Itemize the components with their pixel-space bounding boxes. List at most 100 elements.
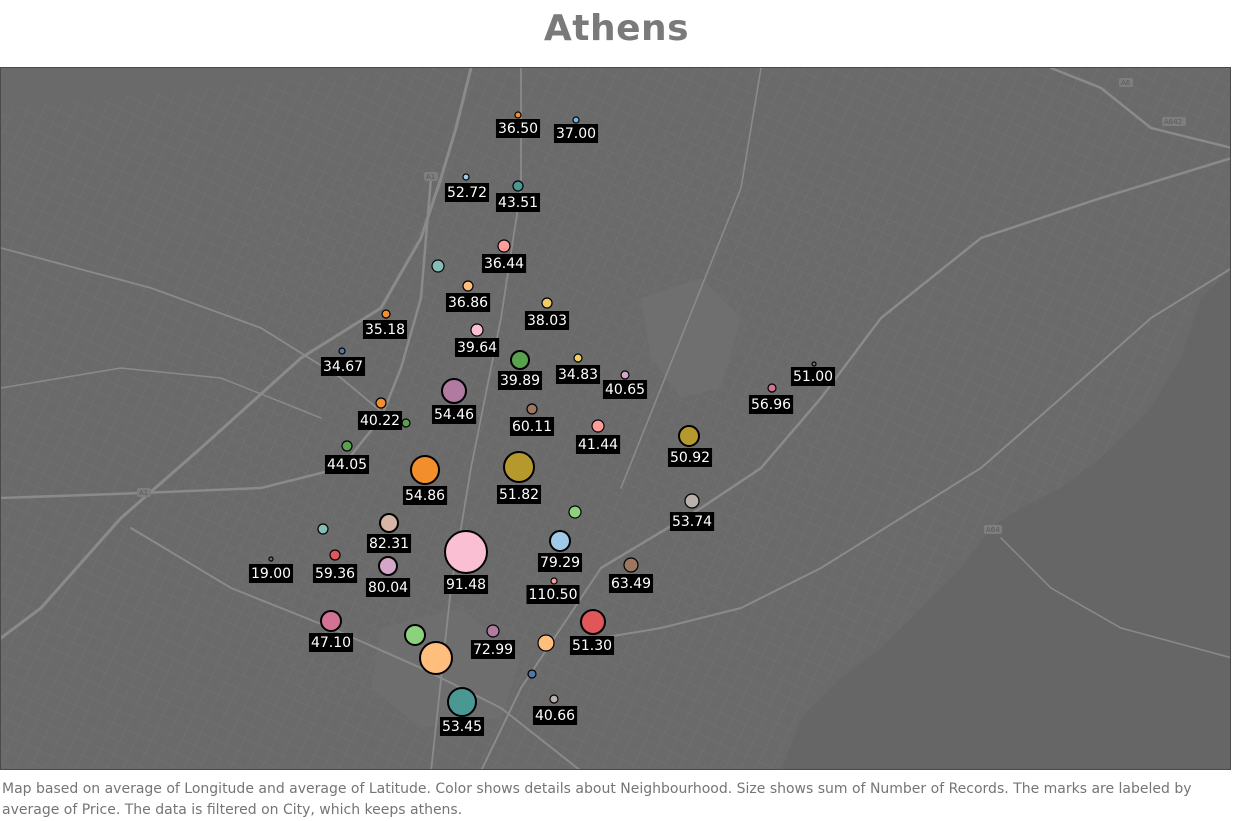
map-mark-label: 79.29 (537, 553, 583, 572)
map-canvas[interactable]: A6 A642 A1 A1 A64 36.50 37.00 52.72 43.51 36… (1, 68, 1231, 770)
map-mark[interactable] (767, 383, 777, 393)
map-mark-label: 82.31 (366, 534, 412, 553)
map-mark-label: 34.83 (555, 365, 601, 384)
map-mark[interactable] (444, 530, 488, 574)
mark-label-text: 19.00 (251, 566, 291, 582)
map-mark-label: 36.50 (495, 119, 541, 138)
map-mark-label: 44.05 (324, 455, 370, 474)
mark-label-text: 39.89 (500, 373, 540, 389)
map-mark[interactable] (678, 425, 700, 447)
map-mark[interactable] (329, 549, 341, 561)
map-mark[interactable] (431, 259, 445, 273)
page-title: Athens (543, 8, 690, 49)
map-mark-label: 52.72 (444, 183, 490, 202)
map-mark[interactable] (462, 280, 474, 292)
road-label-a64: A64 (986, 526, 1000, 534)
map-mark[interactable] (550, 577, 558, 585)
mark-label-text: 40.66 (535, 708, 575, 724)
map-mark-label: 110.50 (526, 585, 580, 604)
map-mark[interactable] (320, 610, 342, 632)
map-mark[interactable] (573, 353, 583, 363)
map-mark-label: 53.74 (669, 512, 715, 531)
mark-label-text: 36.86 (448, 295, 488, 311)
map-mark[interactable] (620, 370, 630, 380)
mark-label-text: 56.96 (751, 397, 791, 413)
map-mark[interactable] (549, 530, 571, 552)
mark-label-text: 53.74 (672, 514, 712, 530)
mark-label-text: 52.72 (447, 185, 487, 201)
mark-label-text: 35.18 (365, 322, 405, 338)
mark-label-text: 36.50 (498, 121, 538, 137)
map-mark[interactable] (441, 378, 467, 404)
map-mark-label: 56.96 (748, 395, 794, 414)
map-mark[interactable] (572, 116, 580, 124)
map-mark[interactable] (486, 624, 500, 638)
map-mark[interactable] (580, 609, 606, 635)
map-mark[interactable] (510, 350, 530, 370)
map-mark[interactable] (512, 180, 524, 192)
map-mark[interactable] (381, 309, 391, 319)
road-label-a642: A642 (1164, 118, 1182, 126)
map-mark[interactable] (527, 669, 537, 679)
map-mark[interactable] (462, 173, 470, 181)
map-mark[interactable] (497, 239, 511, 253)
map-mark[interactable] (401, 418, 411, 428)
map-mark[interactable] (537, 634, 555, 652)
map-mark[interactable] (317, 523, 329, 535)
mark-label-text: 51.30 (572, 638, 612, 654)
map-mark[interactable] (379, 513, 399, 533)
map-mark-label: 60.11 (509, 417, 555, 436)
map-mark[interactable] (447, 687, 477, 717)
map-mark[interactable] (338, 347, 346, 355)
map-mark[interactable] (268, 556, 274, 562)
mark-label-text: 60.11 (512, 419, 552, 435)
map-mark[interactable] (591, 419, 605, 433)
map-mark[interactable] (404, 624, 426, 646)
map-mark[interactable] (568, 505, 582, 519)
mark-label-text: 43.51 (498, 195, 538, 211)
map-mark-label: 54.46 (431, 405, 477, 424)
map-mark[interactable] (341, 440, 353, 452)
map-mark-label: 40.22 (357, 411, 403, 430)
map-view[interactable]: A6 A642 A1 A1 A64 36.50 37.00 52.72 43.51 36… (0, 67, 1231, 770)
mark-label-text: 40.22 (360, 413, 400, 429)
map-mark-label: 63.49 (608, 574, 654, 593)
map-mark[interactable] (623, 557, 639, 573)
map-caption: Map based on average of Longitude and av… (2, 781, 1192, 818)
map-mark-label: 36.86 (445, 293, 491, 312)
map-mark-label: 34.67 (320, 357, 366, 376)
road-label-a1-north: A1 (426, 173, 435, 181)
map-mark[interactable] (470, 323, 484, 337)
map-mark[interactable] (526, 403, 538, 415)
mark-label-text: 79.29 (540, 555, 580, 571)
map-mark-label: 59.36 (312, 564, 358, 583)
map-mark[interactable] (419, 641, 453, 675)
map-mark[interactable] (503, 451, 535, 483)
map-mark-label: 51.00 (790, 367, 836, 386)
map-mark-label: 47.10 (308, 633, 354, 652)
map-mark[interactable] (549, 694, 559, 704)
map-mark-label: 37.00 (553, 124, 599, 143)
mark-label-text: 38.03 (527, 313, 567, 329)
map-mark-label: 80.04 (365, 578, 411, 597)
mark-label-text: 47.10 (311, 635, 351, 651)
map-mark[interactable] (684, 493, 700, 509)
map-mark[interactable] (378, 556, 398, 576)
mark-label-text: 80.04 (368, 580, 408, 596)
map-mark[interactable] (811, 361, 817, 367)
mark-label-text: 39.64 (457, 340, 497, 356)
map-mark-label: 91.48 (443, 575, 489, 594)
mark-label-text: 34.83 (558, 367, 598, 383)
map-mark[interactable] (375, 397, 387, 409)
map-mark[interactable] (514, 111, 522, 119)
map-mark[interactable] (410, 455, 440, 485)
map-mark-label: 39.64 (454, 338, 500, 357)
map-mark-label: 40.66 (532, 706, 578, 725)
map-mark-label: 41.44 (575, 435, 621, 454)
map-mark-label: 19.00 (248, 564, 294, 583)
map-mark-label: 51.82 (496, 485, 542, 504)
map-mark[interactable] (541, 297, 553, 309)
map-mark-label: 36.44 (481, 254, 527, 273)
mark-label-text: 51.82 (499, 487, 539, 503)
mark-label-text: 40.65 (605, 382, 645, 398)
